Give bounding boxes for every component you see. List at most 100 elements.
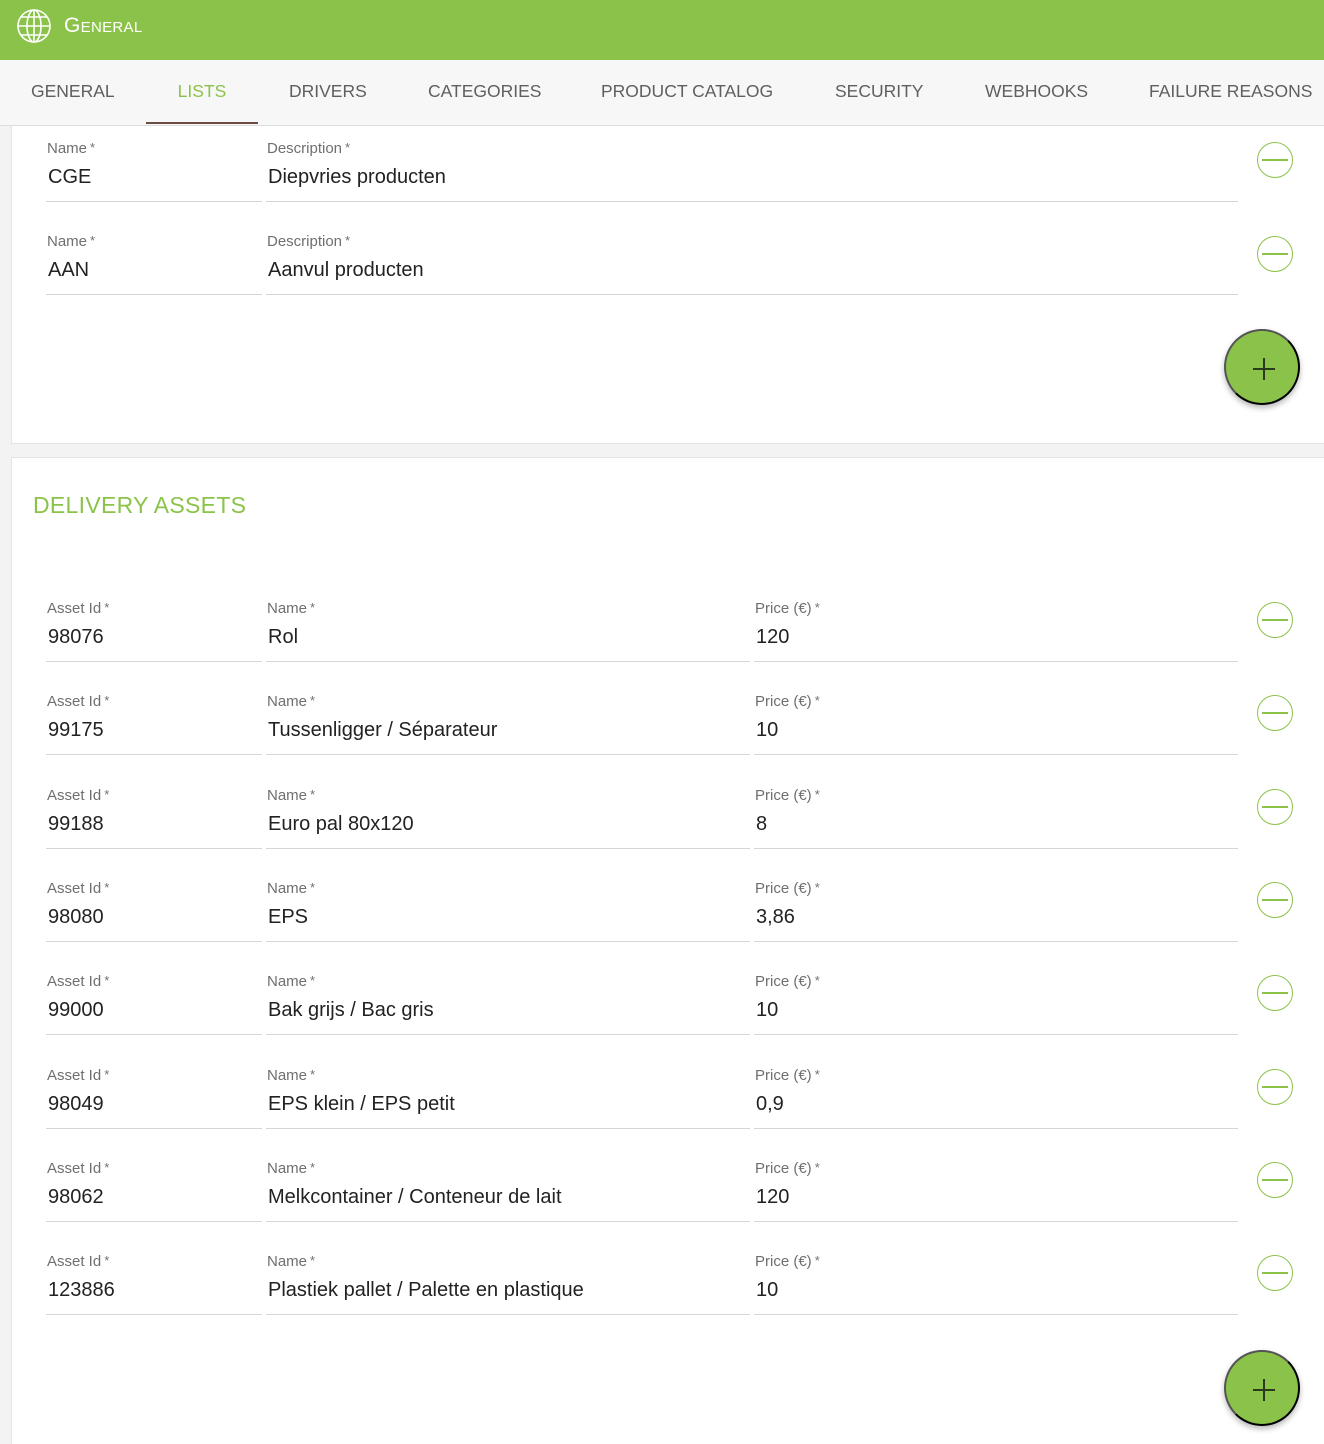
asset-id-field[interactable]: Asset Id * 99000 — [46, 973, 262, 1035]
list-name-field[interactable]: Name * AAN — [46, 233, 262, 295]
asset-id-field[interactable]: Asset Id * 98049 — [46, 1067, 262, 1129]
asset-id-value: 98062 — [48, 1186, 104, 1208]
asset-id-field[interactable]: Asset Id * 98080 — [46, 880, 262, 942]
field-label: Description — [267, 233, 343, 250]
required-mark: * — [90, 233, 96, 248]
required-mark: * — [104, 973, 110, 988]
asset-price-field[interactable]: Price (€) * 3,86 — [754, 880, 1238, 942]
remove-asset-button[interactable] — [1257, 602, 1293, 638]
asset-name-field[interactable]: Name * EPS klein / EPS petit — [266, 1067, 750, 1129]
asset-price-field[interactable]: Price (€) * 0,9 — [754, 1067, 1238, 1129]
asset-id-value: 99000 — [48, 999, 104, 1021]
field-label: Asset Id — [47, 600, 102, 617]
asset-id-field[interactable]: Asset Id * 98062 — [46, 1160, 262, 1222]
asset-name-value: Bak grijs / Bac gris — [268, 999, 434, 1021]
tab-webhooks[interactable]: WEBHOOKS — [985, 60, 1088, 124]
field-label: Asset Id — [47, 693, 102, 710]
remove-list-item-button[interactable] — [1257, 142, 1293, 178]
asset-id-field[interactable]: Asset Id * 98076 — [46, 600, 262, 662]
name-value: AAN — [48, 259, 90, 281]
remove-asset-button[interactable] — [1257, 882, 1293, 918]
remove-asset-button[interactable] — [1257, 1255, 1293, 1291]
remove-asset-button[interactable] — [1257, 1069, 1293, 1105]
asset-name-value: Melkcontainer / Conteneur de lait — [268, 1186, 562, 1208]
field-label: Price (€) — [755, 693, 812, 710]
asset-price-field[interactable]: Price (€) * 120 — [754, 600, 1238, 662]
asset-price-field[interactable]: Price (€) * 10 — [754, 693, 1238, 755]
asset-name-field[interactable]: Name * Plastiek pallet / Palette en plasti… — [266, 1253, 750, 1315]
tab-failure-reasons[interactable]: FAILURE REASONS — [1149, 60, 1312, 124]
asset-price-field[interactable]: Price (€) * 10 — [754, 1253, 1238, 1315]
asset-id-value: 99175 — [48, 719, 104, 741]
required-mark: * — [345, 233, 351, 248]
field-label: Asset Id — [47, 880, 102, 897]
required-mark: * — [104, 1067, 110, 1082]
asset-name-field[interactable]: Name * Bak grijs / Bac gris — [266, 973, 750, 1035]
asset-price-field[interactable]: Price (€) * 8 — [754, 787, 1238, 849]
asset-id-value: 98076 — [48, 626, 104, 648]
required-mark: * — [104, 787, 110, 802]
asset-price-field[interactable]: Price (€) * 10 — [754, 973, 1238, 1035]
asset-price-field[interactable]: Price (€) * 120 — [754, 1160, 1238, 1222]
globe-icon — [17, 9, 51, 43]
field-label: Price (€) — [755, 1160, 812, 1177]
asset-id-field[interactable]: Asset Id * 123886 — [46, 1253, 262, 1315]
add-asset-button[interactable] — [1224, 1350, 1300, 1426]
tab-security[interactable]: SECURITY — [835, 60, 923, 124]
remove-asset-button[interactable] — [1257, 1162, 1293, 1198]
required-mark: * — [104, 1160, 110, 1175]
asset-name-value: Tussenligger / Séparateur — [268, 719, 498, 741]
required-mark: * — [90, 140, 96, 155]
asset-price-value: 10 — [756, 999, 779, 1021]
asset-name-field[interactable]: Name * Euro pal 80x120 — [266, 787, 750, 849]
asset-name-field[interactable]: Name * EPS — [266, 880, 750, 942]
field-label: Price (€) — [755, 1067, 812, 1084]
required-mark: * — [310, 600, 316, 615]
field-label: Description — [267, 140, 343, 157]
description-value: Aanvul producten — [268, 259, 424, 281]
field-label: Name — [267, 1067, 308, 1084]
asset-name-value: Euro pal 80x120 — [268, 813, 414, 835]
field-label: Asset Id — [47, 787, 102, 804]
list-description-field[interactable]: Description * Aanvul producten — [266, 233, 1238, 295]
list-description-field[interactable]: Description * Diepvries producten — [266, 140, 1238, 202]
field-label: Asset Id — [47, 973, 102, 990]
tab-bar: GENERAL LISTS DRIVERS CATEGORIES PRODUCT… — [0, 60, 1324, 126]
required-mark: * — [814, 1067, 820, 1082]
field-label: Price (€) — [755, 1253, 812, 1270]
tab-drivers[interactable]: DRIVERS — [289, 60, 367, 124]
asset-id-field[interactable]: Asset Id * 99175 — [46, 693, 262, 755]
required-mark: * — [814, 693, 820, 708]
required-mark: * — [310, 693, 316, 708]
field-label: Name — [267, 973, 308, 990]
asset-name-field[interactable]: Name * Tussenligger / Séparateur — [266, 693, 750, 755]
app-title: General — [64, 14, 143, 37]
list-name-field[interactable]: Name * CGE — [46, 140, 262, 202]
required-mark: * — [104, 1253, 110, 1268]
asset-price-value: 10 — [756, 1279, 779, 1301]
field-label: Name — [267, 693, 308, 710]
field-label: Asset Id — [47, 1160, 102, 1177]
tab-lists[interactable]: LISTS — [146, 60, 258, 124]
asset-name-field[interactable]: Name * Melkcontainer / Conteneur de lait — [266, 1160, 750, 1222]
section-title: DELIVERY ASSETS — [33, 492, 247, 518]
field-label: Name — [267, 1253, 308, 1270]
remove-list-item-button[interactable] — [1257, 236, 1293, 272]
asset-name-value: EPS klein / EPS petit — [268, 1093, 455, 1115]
asset-name-field[interactable]: Name * Rol — [266, 600, 750, 662]
field-label: Price (€) — [755, 787, 812, 804]
tab-categories[interactable]: CATEGORIES — [428, 60, 541, 124]
required-mark: * — [104, 693, 110, 708]
description-value: Diepvries producten — [268, 166, 446, 188]
field-label: Name — [267, 1160, 308, 1177]
asset-id-field[interactable]: Asset Id * 99188 — [46, 787, 262, 849]
required-mark: * — [310, 973, 316, 988]
tab-general[interactable]: GENERAL — [31, 60, 115, 124]
tab-product-catalog[interactable]: PRODUCT CATALOG — [601, 60, 773, 124]
asset-price-value: 3,86 — [756, 906, 795, 928]
remove-asset-button[interactable] — [1257, 789, 1293, 825]
remove-asset-button[interactable] — [1257, 975, 1293, 1011]
field-label: Price (€) — [755, 880, 812, 897]
add-list-item-button[interactable] — [1224, 329, 1300, 405]
remove-asset-button[interactable] — [1257, 695, 1293, 731]
